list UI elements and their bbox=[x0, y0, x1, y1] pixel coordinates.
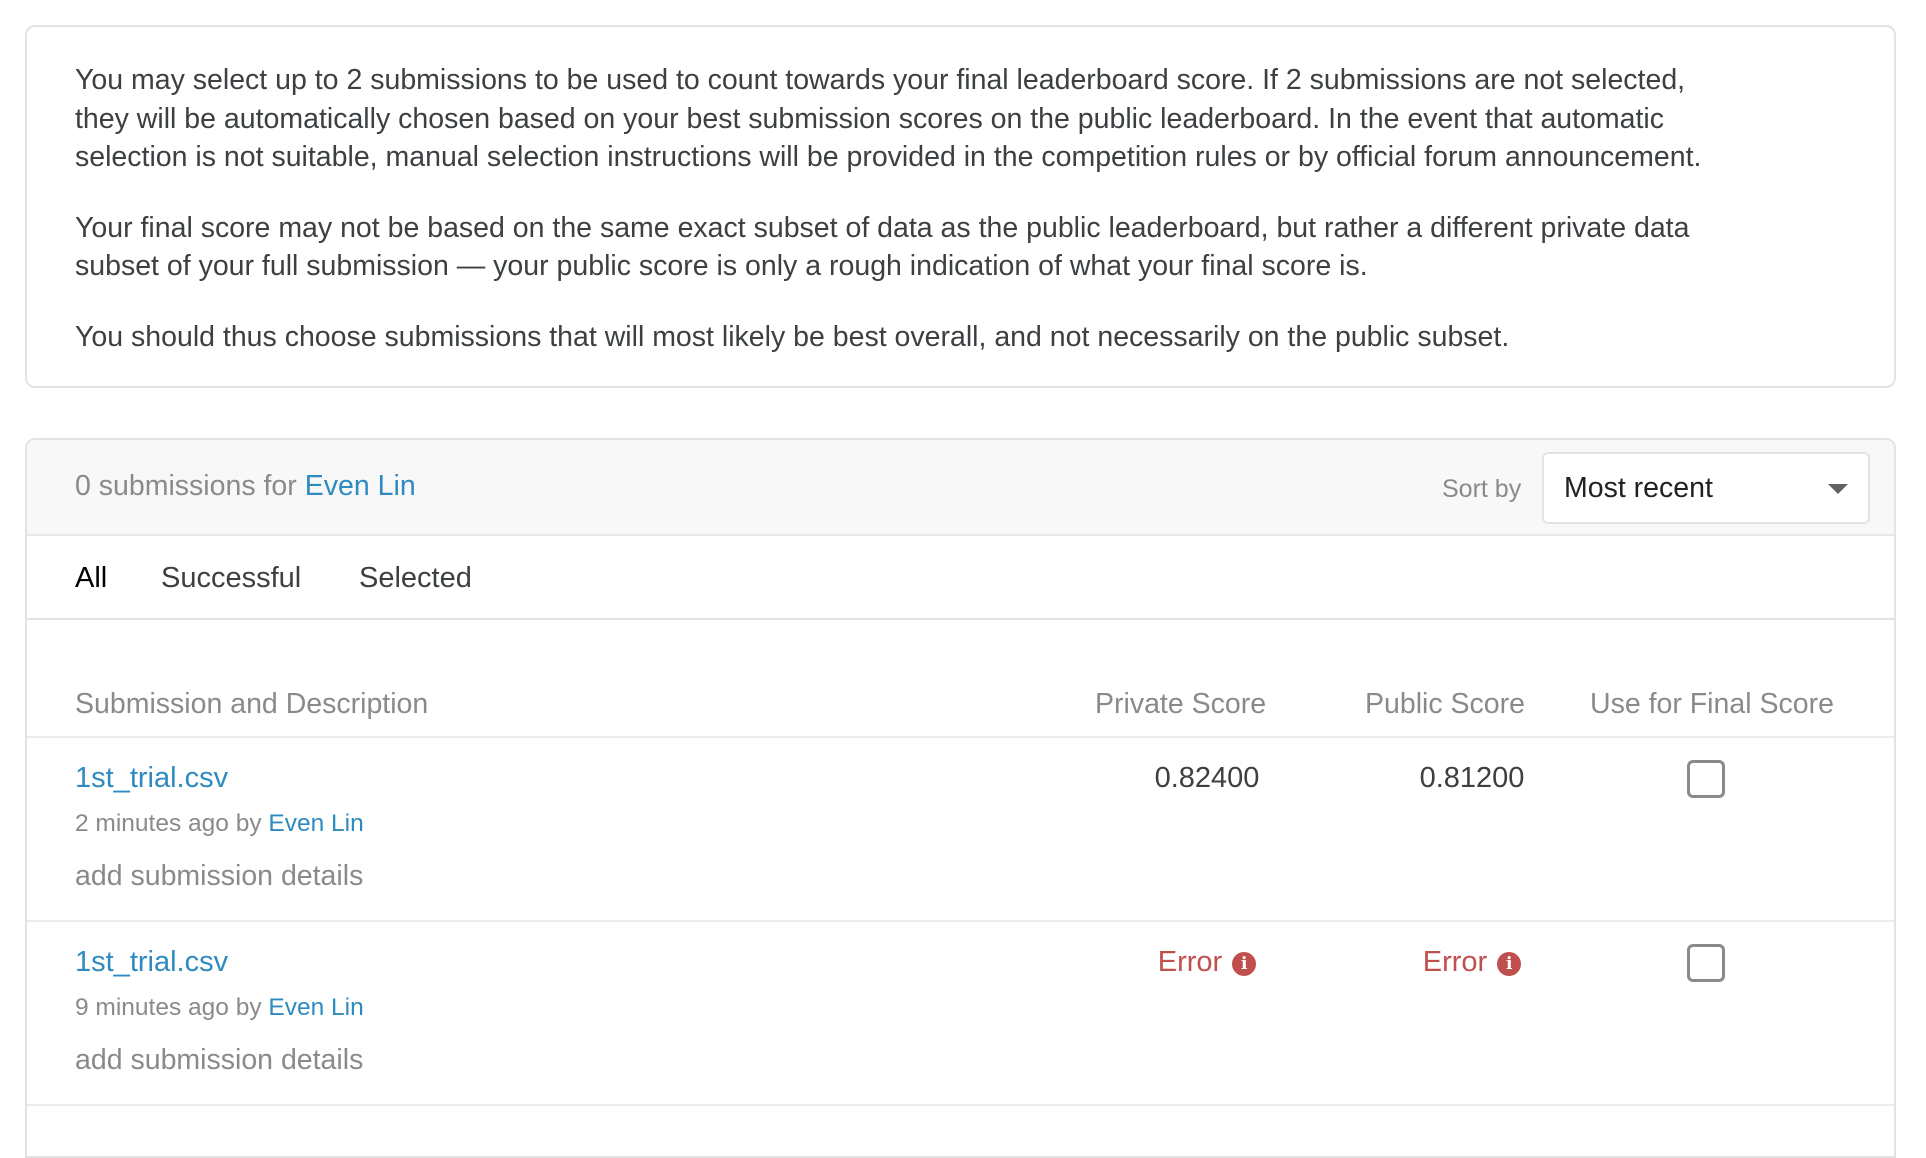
selection-info-card: You may select up to 2 submissions to be… bbox=[25, 25, 1896, 388]
submission-row: 1st_trial.csv 2 minutes ago by Even Lin … bbox=[27, 738, 1894, 922]
col-final-header: Use for Final Score bbox=[1590, 688, 1834, 720]
info-icon[interactable]: i bbox=[1232, 952, 1257, 976]
caret-down-icon bbox=[1828, 484, 1848, 494]
submitter-link[interactable]: Even Lin bbox=[268, 994, 363, 1021]
submission-meta: 9 minutes ago by Even Lin bbox=[75, 994, 364, 1021]
tab-successful[interactable]: Successful bbox=[161, 562, 301, 595]
sort-label: Sort by bbox=[1442, 475, 1522, 503]
private-score: 0.82400 bbox=[1154, 762, 1260, 794]
add-details-link[interactable]: add submission details bbox=[75, 860, 363, 893]
final-score-checkbox[interactable] bbox=[1687, 760, 1725, 798]
sort-dropdown[interactable]: Most recent bbox=[1542, 452, 1870, 524]
sort-value: Most recent bbox=[1564, 472, 1713, 504]
public-score: 0.81200 bbox=[1419, 762, 1525, 794]
info-icon[interactable]: i bbox=[1497, 952, 1522, 976]
info-paragraph-3: You should thus choose submissions that … bbox=[75, 320, 1510, 353]
submission-row: 1st_trial.csv 9 minutes ago by Even Lin … bbox=[27, 922, 1894, 1106]
col-submission-header: Submission and Description bbox=[75, 688, 429, 720]
tab-selected[interactable]: Selected bbox=[359, 562, 472, 595]
submissions-header: 0 submissions for Even Lin Sort by Most r… bbox=[27, 440, 1894, 536]
submission-file-link[interactable]: 1st_trial.csv bbox=[75, 946, 228, 979]
submission-meta: 2 minutes ago by Even Lin bbox=[75, 810, 364, 837]
private-score-error: Error i bbox=[1117, 946, 1297, 979]
final-score-checkbox[interactable] bbox=[1687, 944, 1725, 982]
submission-tabs: All Successful Selected bbox=[27, 536, 1894, 620]
col-public-header: Public Score bbox=[1365, 688, 1525, 720]
submissions-card: 0 submissions for Even Lin Sort by Most r… bbox=[25, 438, 1896, 1158]
user-link[interactable]: Even Lin bbox=[305, 470, 416, 502]
add-details-link[interactable]: add submission details bbox=[75, 1044, 363, 1077]
tab-all[interactable]: All bbox=[75, 562, 107, 595]
submitter-link[interactable]: Even Lin bbox=[268, 810, 363, 837]
public-score-error: Error i bbox=[1382, 946, 1562, 979]
col-private-header: Private Score bbox=[1095, 688, 1267, 720]
submission-count: 0 submissions for Even Lin bbox=[75, 470, 416, 502]
info-paragraph-2: Your final score may not be based on the… bbox=[75, 211, 1690, 283]
info-paragraph-1: You may select up to 2 submissions to be… bbox=[75, 64, 1702, 173]
submission-file-link[interactable]: 1st_trial.csv bbox=[75, 762, 228, 795]
